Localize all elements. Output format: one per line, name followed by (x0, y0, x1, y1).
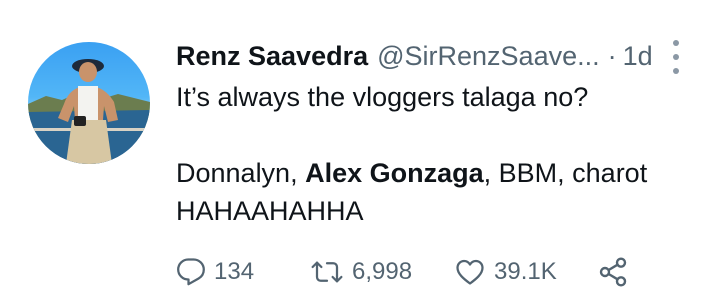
tweet-text-line-2: Donnalyn, Alex Gonzaga, BBM, charot (176, 154, 696, 192)
tweet-header: Renz Saavedra @SirRenzSaave... · 1d (176, 36, 653, 76)
retweet-count: 6,998 (352, 258, 413, 285)
share-button[interactable] (596, 252, 630, 292)
retweet-icon (311, 261, 343, 283)
display-name[interactable]: Renz Saavedra (176, 41, 368, 72)
reply-button[interactable]: 134 (176, 252, 254, 292)
like-button[interactable]: 39.1K (454, 252, 557, 292)
more-vertical-icon[interactable] (664, 40, 688, 74)
reply-icon (177, 258, 205, 286)
text-segment: Donnalyn, (176, 158, 306, 188)
reply-count: 134 (214, 258, 255, 285)
like-count: 39.1K (494, 258, 557, 285)
tweet-card[interactable]: Renz Saavedra @SirRenzSaave... · 1d It’s… (0, 0, 720, 308)
tweet-text: It’s always the vloggers talaga no? Donn… (176, 78, 696, 230)
share-icon (599, 257, 627, 287)
tweet-text-line-3: HAHAAHAHHA (176, 196, 364, 226)
timestamp[interactable]: 1d (623, 41, 653, 72)
user-handle[interactable]: @SirRenzSaave... (377, 41, 600, 72)
bold-name: Alex Gonzaga (305, 158, 484, 188)
action-bar: 134 6,998 39.1K (176, 252, 646, 292)
heart-icon (456, 259, 484, 285)
separator-dot: · (607, 40, 617, 71)
tweet-text-line-1: It’s always the vloggers talaga no? (176, 82, 589, 112)
text-segment: , BBM, charot (483, 158, 648, 188)
retweet-button[interactable]: 6,998 (310, 252, 412, 292)
avatar[interactable] (28, 42, 150, 164)
avatar-photo (28, 59, 150, 164)
